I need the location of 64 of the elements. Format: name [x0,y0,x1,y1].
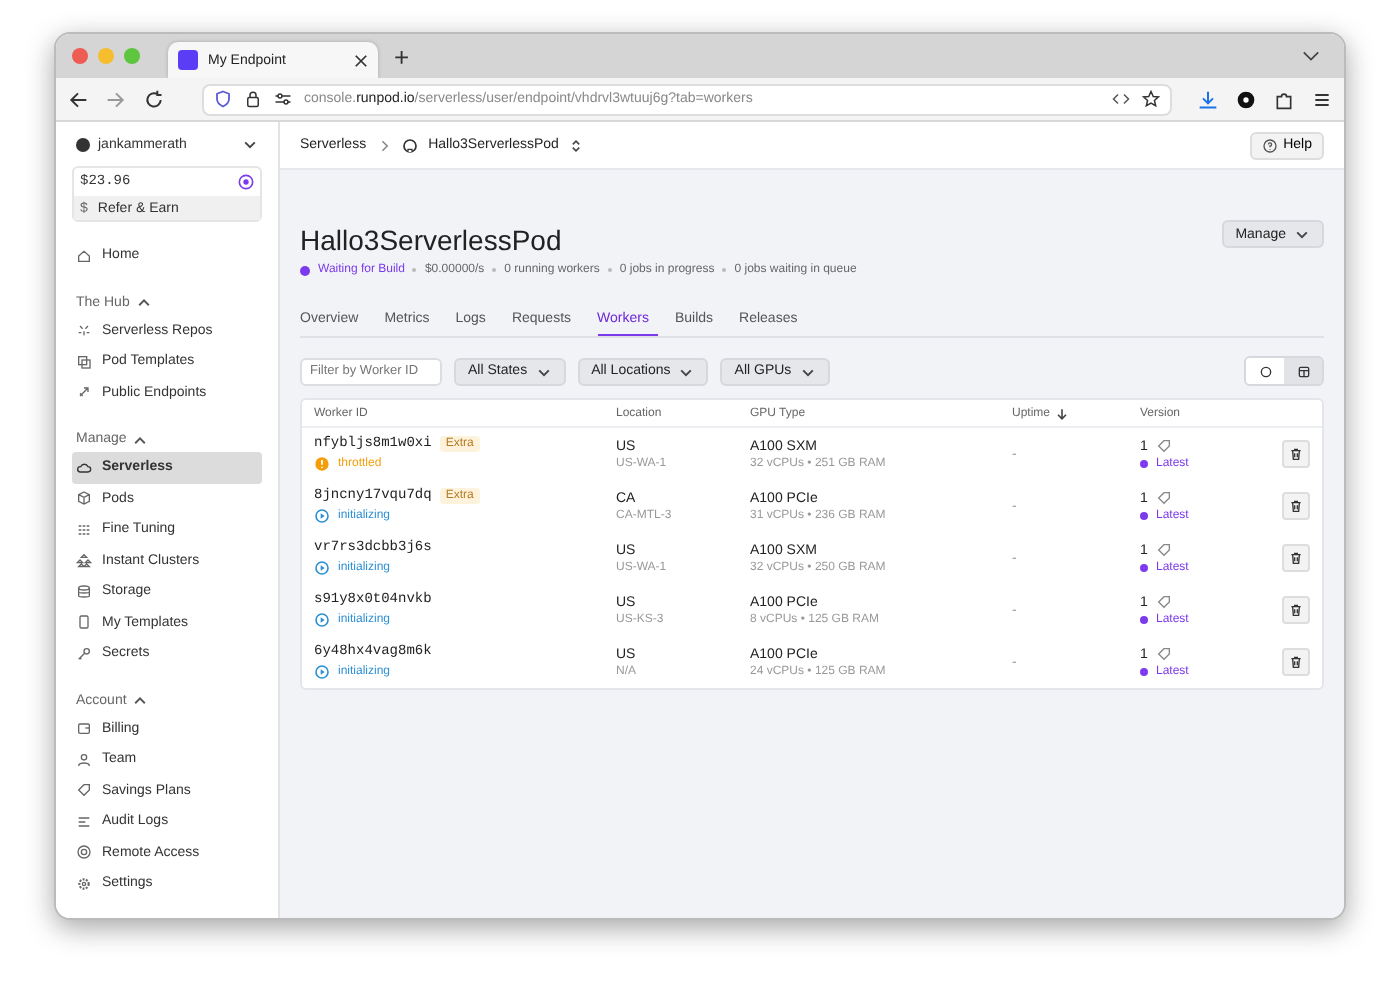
release-dot [1140,564,1148,572]
copy-icon [76,353,92,370]
trash-icon [1288,498,1304,514]
delete-button[interactable] [1282,596,1310,624]
wallet-icon [76,720,92,737]
tag-icon [1155,490,1172,506]
release-dot [1140,460,1148,468]
tag-icon [1155,646,1172,662]
chevron-right-icon [376,137,393,153]
tag-icon [1155,438,1172,454]
sort-down-icon[interactable] [1054,405,1071,421]
grid-icon [1295,363,1311,379]
forward-icon[interactable] [106,89,126,109]
delete-button[interactable] [1282,648,1310,676]
permissions-icon [274,90,292,108]
trash-icon [1288,446,1304,462]
trash-icon [1288,550,1304,566]
chevron-down-icon[interactable] [1302,50,1320,62]
download-icon[interactable] [1198,89,1218,109]
sparkle-icon [76,322,92,339]
back-icon[interactable] [68,89,88,109]
delete-button[interactable] [1282,544,1310,572]
close-icon[interactable] [354,53,368,67]
gear-icon [76,875,92,892]
circle-icon [1257,363,1273,379]
reload-icon[interactable] [144,89,164,109]
trash-icon [1288,654,1304,670]
chevron-down-icon [1294,226,1310,242]
target-icon [76,844,92,861]
delete-button[interactable] [1282,492,1310,520]
star-icon[interactable] [1142,90,1160,108]
chevron-down-icon[interactable] [242,136,258,152]
database-icon [76,583,92,600]
list-icon [76,813,92,830]
endpoint-title: Hallo3ServerlessPod [300,222,564,258]
lock-icon [244,90,262,108]
person-icon [76,751,92,768]
release-dot [1140,668,1148,676]
sliders-icon [76,521,92,538]
tag-icon [1155,542,1172,558]
delete-button[interactable] [1282,440,1310,468]
trash-icon [1288,602,1304,618]
help-icon [1261,137,1278,153]
home-icon [76,247,92,264]
key-icon [76,645,92,662]
tag-icon [76,782,92,799]
release-dot [1140,512,1148,520]
tag-icon [1155,594,1172,610]
cloud-icon [76,459,92,476]
menu-icon[interactable] [1312,89,1332,109]
avatar [76,137,90,151]
chevron-up-icon[interactable] [132,692,149,708]
document-icon [76,614,92,631]
cube-icon [76,490,92,507]
chevron-up-icon[interactable] [135,294,152,310]
updown-icon[interactable] [568,137,585,153]
shield-icon [214,90,232,108]
view-toggle[interactable] [1246,358,1284,384]
view-toggle[interactable] [1284,358,1322,384]
new-tab-button[interactable]: + [378,41,426,71]
code-icon[interactable] [1112,90,1130,108]
cluster-icon [76,552,92,569]
release-dot [1140,616,1148,624]
favicon-icon [178,50,198,70]
